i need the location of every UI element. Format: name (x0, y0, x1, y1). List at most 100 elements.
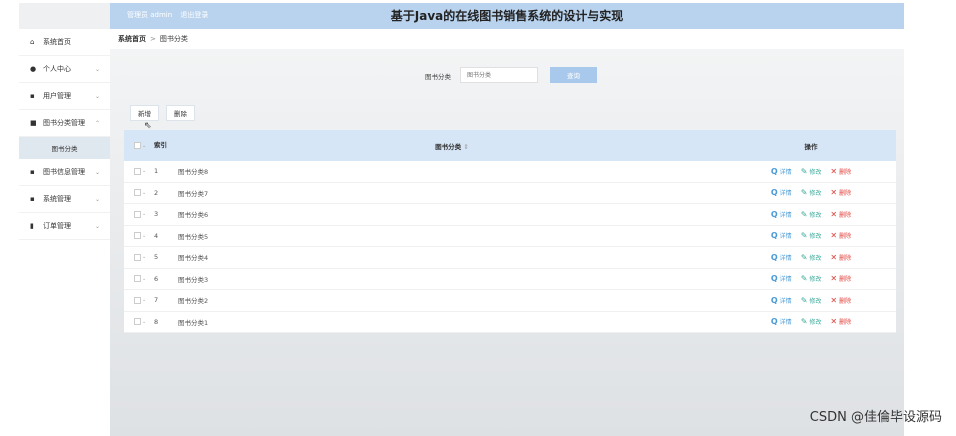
edit-button[interactable]: ✎ 修改 (801, 253, 822, 262)
table-row: ⌄ 1 图书分类8 Q 详情 ✎ 修改 ✕ 删除 (124, 161, 896, 183)
chevron-down-icon: ⌄ (94, 92, 100, 100)
close-icon: ✕ (830, 188, 838, 198)
edit-button[interactable]: ✎ 修改 (801, 296, 822, 305)
edit-button[interactable]: ✎ 修改 (801, 317, 822, 326)
submenu-item-book-category[interactable]: 图书分类 (19, 137, 110, 159)
pencil-icon: ✎ (800, 295, 808, 305)
pencil-icon: ✎ (800, 317, 808, 327)
search-icon: Q (770, 317, 778, 327)
row-checkbox[interactable]: ⌄ (124, 318, 154, 326)
row-delete-button[interactable]: ✕ 删除 (830, 296, 851, 305)
view-button[interactable]: Q 详情 (771, 253, 792, 262)
search-label: 图书分类 (425, 73, 451, 81)
chevron-down-icon: ⌄ (94, 222, 100, 230)
app-title: 基于Java的在线图书销售系统的设计与实现 (390, 9, 624, 23)
search-icon: Q (770, 188, 778, 198)
watermark: CSDN @佳倫毕设源码 (809, 410, 942, 425)
pencil-icon: ✎ (800, 209, 808, 219)
search-input[interactable] (460, 67, 538, 83)
sidebar-item-orders[interactable]: ▮ 订单管理 ⌄ (19, 213, 110, 240)
edit-button[interactable]: ✎ 修改 (801, 231, 822, 240)
pencil-icon: ✎ (800, 188, 808, 198)
view-button[interactable]: Q 详情 (771, 210, 792, 219)
breadcrumb: 系统首页 > 图书分类 (110, 29, 904, 49)
delete-button[interactable]: 删除 (166, 105, 195, 121)
sidebar-item-home[interactable]: ⌂ 系统首页 (19, 29, 110, 56)
pencil-icon: ✎ (800, 274, 808, 284)
book-icon: ■ (30, 119, 37, 127)
select-all-checkbox[interactable]: ⌄ (124, 142, 154, 149)
row-category-name: 图书分类4 (178, 254, 209, 263)
column-header-category[interactable]: 图书分类 ⇕ (178, 141, 726, 151)
column-header-actions: 操作 (804, 142, 818, 151)
row-delete-button[interactable]: ✕ 删除 (830, 317, 851, 326)
pencil-icon: ✎ (800, 252, 808, 262)
search-icon: Q (770, 252, 778, 262)
pencil-icon: ✎ (800, 166, 808, 176)
sidebar-item-label: 图书分类管理 (43, 119, 85, 127)
sidebar-item-profile[interactable]: ● 个人中心 ⌄ (19, 56, 110, 83)
view-button[interactable]: Q 详情 (771, 188, 792, 197)
view-button[interactable]: Q 详情 (771, 296, 792, 305)
grid-icon: ▪ (30, 92, 35, 100)
chevron-down-icon: ⌄ (94, 168, 100, 176)
view-button[interactable]: Q 详情 (771, 167, 792, 176)
table-row: ⌄ 4 图书分类5 Q 详情 ✎ 修改 ✕ 删除 (124, 225, 896, 247)
row-checkbox[interactable]: ⌄ (124, 296, 154, 304)
table-row: ⌄ 7 图书分类2 Q 详情 ✎ 修改 ✕ 删除 (124, 290, 896, 312)
row-delete-button[interactable]: ✕ 删除 (830, 188, 851, 197)
add-button[interactable]: 新增 (130, 105, 159, 121)
close-icon: ✕ (830, 166, 838, 176)
row-delete-button[interactable]: ✕ 删除 (830, 253, 851, 262)
sidebar-item-label: 用户管理 (43, 92, 71, 100)
row-category-name: 图书分类3 (178, 275, 209, 284)
edit-button[interactable]: ✎ 修改 (801, 188, 822, 197)
row-checkbox[interactable]: ⌄ (124, 275, 154, 283)
chevron-up-icon: ⌃ (94, 119, 100, 127)
sidebar-item-label: 图书信息管理 (43, 168, 85, 176)
view-button[interactable]: Q 详情 (771, 274, 792, 283)
row-index: 3 (154, 210, 159, 219)
table-row: ⌄ 2 图书分类7 Q 详情 ✎ 修改 ✕ 删除 (124, 182, 896, 204)
row-checkbox[interactable]: ⌄ (124, 210, 154, 218)
view-button[interactable]: Q 详情 (771, 231, 792, 240)
search-icon: Q (770, 231, 778, 241)
sidebar-item-system[interactable]: ▪ 系统管理 ⌄ (19, 186, 110, 213)
sidebar-item-book-category-mgmt[interactable]: ■ 图书分类管理 ⌃ (19, 110, 110, 137)
sidebar-item-book-info-mgmt[interactable]: ▪ 图书信息管理 ⌄ (19, 159, 110, 186)
sort-icon[interactable]: ⇕ (463, 143, 468, 151)
row-index: 4 (154, 231, 159, 240)
breadcrumb-home[interactable]: 系统首页 (118, 34, 146, 44)
row-index: 8 (154, 317, 159, 326)
row-delete-button[interactable]: ✕ 删除 (830, 274, 851, 283)
sidebar-item-users[interactable]: ▪ 用户管理 ⌄ (19, 83, 110, 110)
search-icon: Q (770, 295, 778, 305)
row-index: 7 (154, 296, 159, 305)
row-category-name: 图书分类8 (178, 168, 209, 177)
view-button[interactable]: Q 详情 (771, 317, 792, 326)
edit-button[interactable]: ✎ 修改 (801, 210, 822, 219)
chevron-down-icon: ⌄ (94, 65, 100, 73)
search-button[interactable]: 查询 (550, 67, 597, 83)
row-delete-button[interactable]: ✕ 删除 (830, 167, 851, 176)
row-index: 2 (154, 188, 159, 197)
row-delete-button[interactable]: ✕ 删除 (830, 210, 851, 219)
edit-button[interactable]: ✎ 修改 (801, 274, 822, 283)
row-delete-button[interactable]: ✕ 删除 (830, 231, 851, 240)
row-checkbox[interactable]: ⌄ (124, 189, 154, 197)
row-checkbox[interactable]: ⌄ (124, 167, 154, 175)
row-checkbox[interactable]: ⌄ (124, 253, 154, 261)
table-row: ⌄ 5 图书分类4 Q 详情 ✎ 修改 ✕ 删除 (124, 247, 896, 269)
row-index: 1 (154, 167, 159, 176)
row-checkbox[interactable]: ⌄ (124, 232, 154, 240)
grid-icon: ▪ (30, 195, 35, 203)
edit-button[interactable]: ✎ 修改 (801, 167, 822, 176)
sidebar: ⌂ 系统首页 ● 个人中心 ⌄ ▪ 用户管理 ⌄ ■ 图书分类管理 ⌃ 图书分类… (19, 29, 111, 436)
main-content: 图书分类 查询 新增 删除 ⇖ ⌄ 索引 图书分类 ⇕ 操作 ⌄1图书分类8Q详… (110, 49, 904, 436)
grid-icon: ▪ (30, 168, 35, 176)
search-icon: Q (770, 274, 778, 284)
top-header: 管理员 admin 退出登录 基于Java的在线图书销售系统的设计与实现 (110, 3, 904, 29)
row-category-name: 图书分类7 (178, 189, 209, 198)
close-icon: ✕ (830, 295, 838, 305)
sidebar-item-label: 订单管理 (43, 222, 71, 230)
